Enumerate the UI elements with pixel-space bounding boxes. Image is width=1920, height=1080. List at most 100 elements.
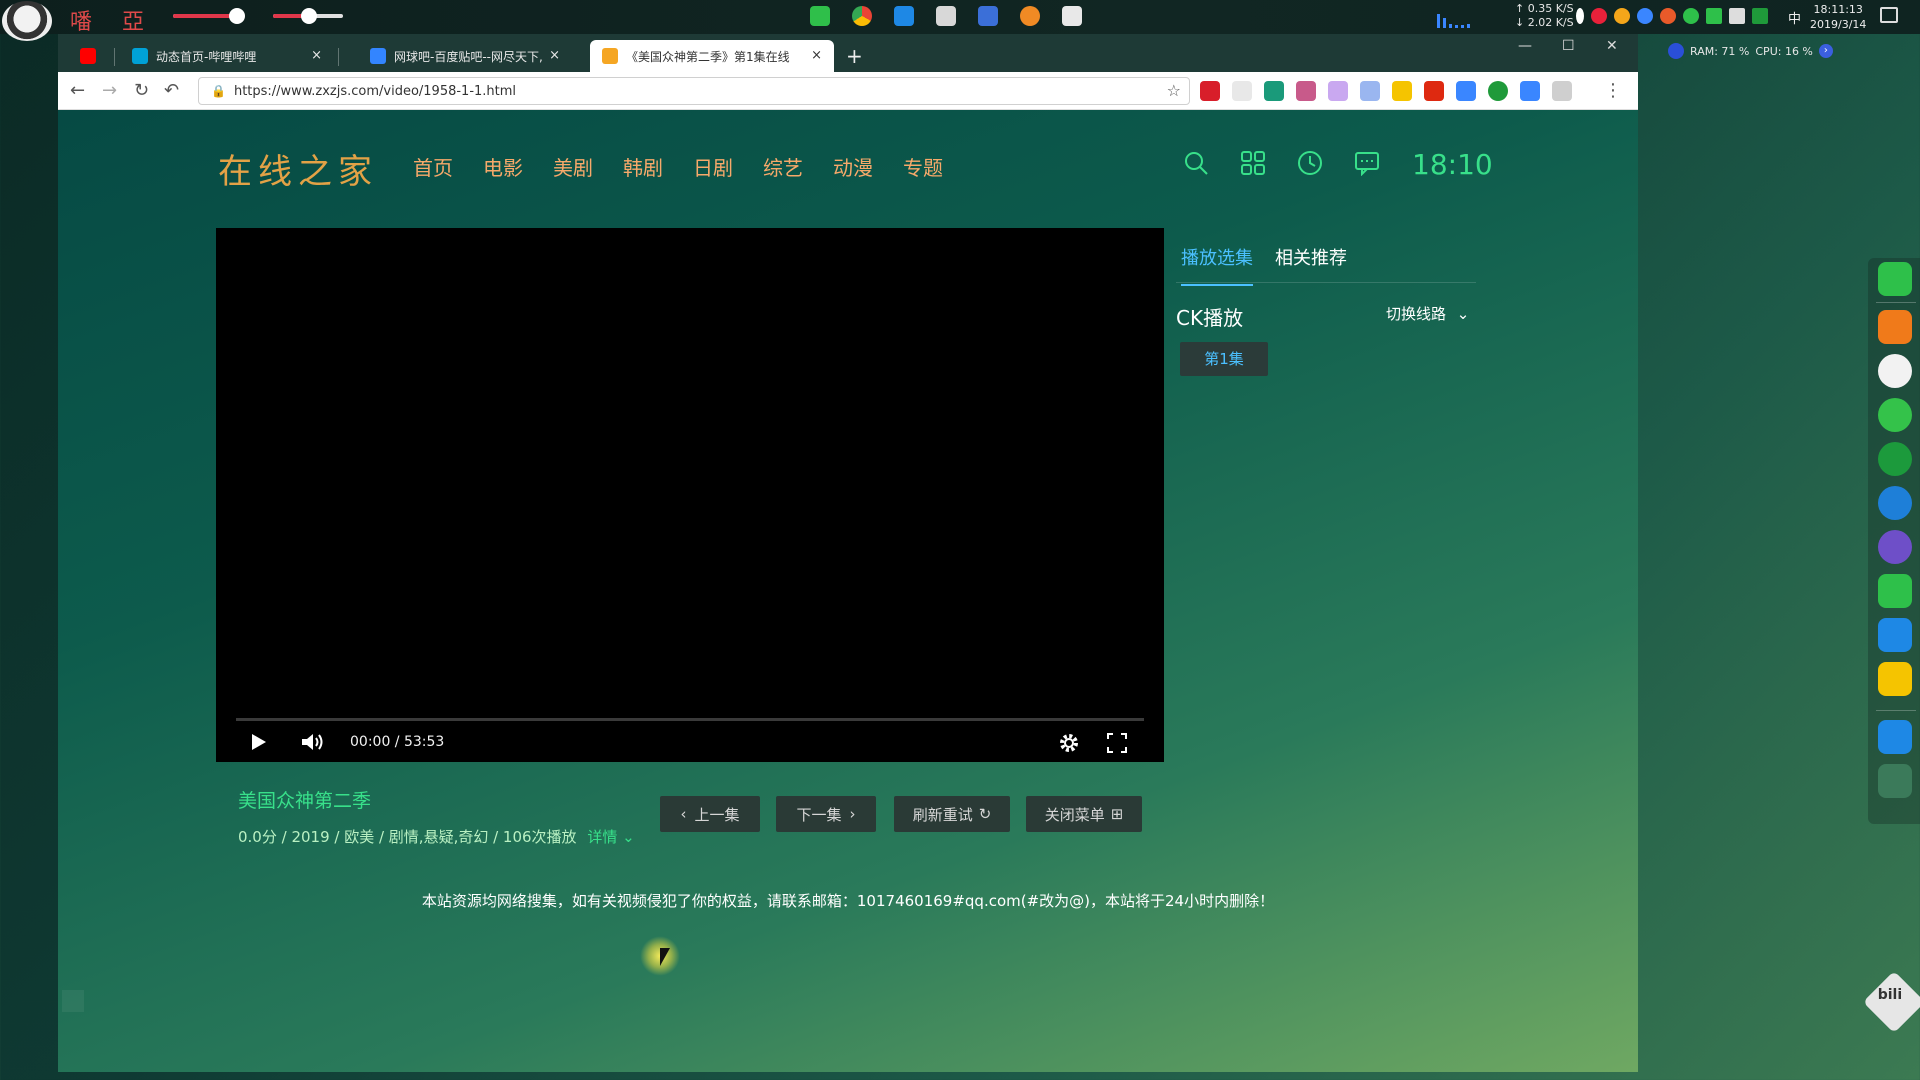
forward-icon[interactable]: → xyxy=(102,80,117,101)
nav-variety[interactable]: 综艺 xyxy=(763,152,803,181)
history-clock-icon[interactable] xyxy=(1297,150,1323,176)
bookmark-star-icon[interactable]: ☆ xyxy=(1167,81,1181,100)
system-clock[interactable]: 18:11:13 2019/3/14 xyxy=(1810,2,1866,32)
nav-us-drama[interactable]: 美剧 xyxy=(553,152,593,181)
grid-icon[interactable] xyxy=(1729,8,1745,24)
tab-current[interactable]: 《美国众神第二季》第1集在线 × xyxy=(590,40,834,72)
plus-icon[interactable] xyxy=(1576,8,1584,24)
tab-youtube[interactable] xyxy=(68,40,110,72)
search-icon[interactable] xyxy=(1183,150,1209,176)
signal-icon[interactable] xyxy=(1706,8,1722,24)
nav-home[interactable]: 首页 xyxy=(413,152,453,181)
settings-gear-icon[interactable] xyxy=(1058,732,1080,754)
desktop-glyph-2[interactable]: 亞 xyxy=(122,4,144,36)
ext-cloud-icon[interactable] xyxy=(1520,81,1540,101)
grid-menu-icon[interactable] xyxy=(1240,150,1266,176)
dock-folder-icon[interactable] xyxy=(1878,720,1912,754)
next-episode-button[interactable]: 下一集 › xyxy=(776,796,876,832)
nav-kr-drama[interactable]: 韩剧 xyxy=(623,152,663,181)
volume-slider-1[interactable] xyxy=(173,8,245,24)
ext-user-icon[interactable] xyxy=(1456,81,1476,101)
dock-recycle-icon[interactable] xyxy=(1878,764,1912,798)
dock-qq-icon[interactable] xyxy=(1878,354,1912,388)
browser-app-icon[interactable] xyxy=(978,6,998,26)
nav-topics[interactable]: 专题 xyxy=(903,152,943,181)
site-logo[interactable]: 在线之家 xyxy=(218,144,378,193)
dock-gamepad-icon[interactable] xyxy=(1878,574,1912,608)
ext-flag-icon[interactable] xyxy=(1424,81,1444,101)
volume-slider-2[interactable] xyxy=(273,8,343,24)
tab-tieba[interactable]: 网球吧-百度贴吧--网尽天下, × xyxy=(358,40,572,72)
fox-icon[interactable] xyxy=(1660,8,1676,24)
desktop-glyph-1[interactable]: 噃 xyxy=(70,4,92,36)
mic-icon[interactable] xyxy=(1668,43,1684,59)
fullscreen-icon[interactable] xyxy=(1106,732,1128,754)
dock-torrent-icon[interactable] xyxy=(1878,442,1912,476)
nav-movies[interactable]: 电影 xyxy=(483,152,523,181)
bilibili-icon[interactable]: bili xyxy=(1862,970,1920,1034)
close-icon[interactable]: × xyxy=(811,48,822,63)
close-icon[interactable]: × xyxy=(549,48,560,63)
chrome-tray-icon[interactable] xyxy=(1637,8,1653,24)
video-player[interactable]: 00:00 / 53:53 xyxy=(216,228,1164,762)
google-icon[interactable] xyxy=(1614,8,1630,24)
back-icon[interactable]: ← xyxy=(70,80,85,101)
switch-line-dropdown[interactable]: 切换线路 ⌄ xyxy=(1386,303,1469,324)
reload-icon[interactable]: ↻ xyxy=(134,80,149,101)
dock-music-icon[interactable] xyxy=(1878,618,1912,652)
dock-store-icon[interactable] xyxy=(1878,310,1912,344)
dock-hex-icon[interactable] xyxy=(1878,486,1912,520)
record-icon[interactable] xyxy=(1591,8,1607,24)
expand-arrow-icon[interactable]: › xyxy=(1818,44,1833,58)
detail-toggle[interactable]: 详情 ⌄ xyxy=(587,828,634,846)
ext-s-icon[interactable] xyxy=(1264,81,1284,101)
battery-icon[interactable] xyxy=(1752,8,1768,24)
close-icon[interactable]: × xyxy=(311,48,322,63)
dock-disk-icon[interactable] xyxy=(1878,530,1912,564)
nav-jp-drama[interactable]: 日剧 xyxy=(693,152,733,181)
close-menu-button[interactable]: 关闭菜单 ⊞ xyxy=(1026,796,1142,832)
media-app-icon[interactable] xyxy=(1020,6,1040,26)
ext-dog-icon[interactable] xyxy=(1552,81,1572,101)
message-icon[interactable] xyxy=(1354,150,1380,176)
ext-red-icon[interactable] xyxy=(1200,81,1220,101)
dock-player-icon[interactable] xyxy=(1878,662,1912,696)
chrome-icon[interactable] xyxy=(852,6,872,26)
play-icon[interactable] xyxy=(250,732,268,752)
minimize-icon[interactable]: — xyxy=(1518,38,1532,54)
maximize-icon[interactable]: ☐ xyxy=(1562,38,1575,54)
avatar-icon[interactable] xyxy=(2,1,52,41)
progress-bar[interactable] xyxy=(236,718,1144,721)
tv-icon[interactable] xyxy=(936,6,956,26)
monitor-app-icon[interactable] xyxy=(1062,6,1082,26)
ext-green-dot-icon[interactable] xyxy=(1488,81,1508,101)
chart-app-icon[interactable] xyxy=(894,6,914,26)
nav-anime[interactable]: 动漫 xyxy=(833,152,873,181)
prev-episode-button[interactable]: ‹ 上一集 xyxy=(660,796,760,832)
notification-icon[interactable] xyxy=(1880,7,1898,23)
ime-indicator[interactable]: 中 xyxy=(1788,8,1801,27)
new-tab-button[interactable]: + xyxy=(846,44,863,68)
side-tabs: 播放选集 相关推荐 xyxy=(1181,244,1347,286)
episode-button[interactable]: 第1集 xyxy=(1180,342,1268,376)
ext-leaf-icon[interactable] xyxy=(1232,81,1252,101)
window-close-icon[interactable]: ✕ xyxy=(1606,38,1618,54)
tab-bilibili[interactable]: 动态首页-哔哩哔哩 × xyxy=(120,40,334,72)
tab-episodes[interactable]: 播放选集 xyxy=(1181,244,1253,286)
ext-folder-icon[interactable] xyxy=(1392,81,1412,101)
browser-menu-icon[interactable]: ⋮ xyxy=(1604,80,1622,101)
refresh-retry-button[interactable]: 刷新重试 ↻ xyxy=(894,796,1010,832)
ext-note-icon[interactable] xyxy=(1360,81,1380,101)
network-speed: ↑ 0.35 K/S ↓ 2.02 K/S xyxy=(1515,2,1574,29)
tab-recommended[interactable]: 相关推荐 xyxy=(1275,244,1347,286)
undo-icon[interactable]: ↶ xyxy=(164,80,179,101)
volume-icon[interactable] xyxy=(300,732,324,752)
wechat-icon[interactable] xyxy=(1683,8,1699,24)
ext-puzzle-icon[interactable] xyxy=(1296,81,1316,101)
ext-frame-icon[interactable] xyxy=(1328,81,1348,101)
flag-icon[interactable] xyxy=(810,6,830,26)
corner-widget[interactable] xyxy=(62,990,84,1012)
dock-wechat-icon[interactable] xyxy=(1878,398,1912,432)
address-bar[interactable]: 🔒 https://www.zxzjs.com/video/1958-1-1.h… xyxy=(198,77,1190,105)
dock-flag-icon[interactable] xyxy=(1878,262,1912,296)
